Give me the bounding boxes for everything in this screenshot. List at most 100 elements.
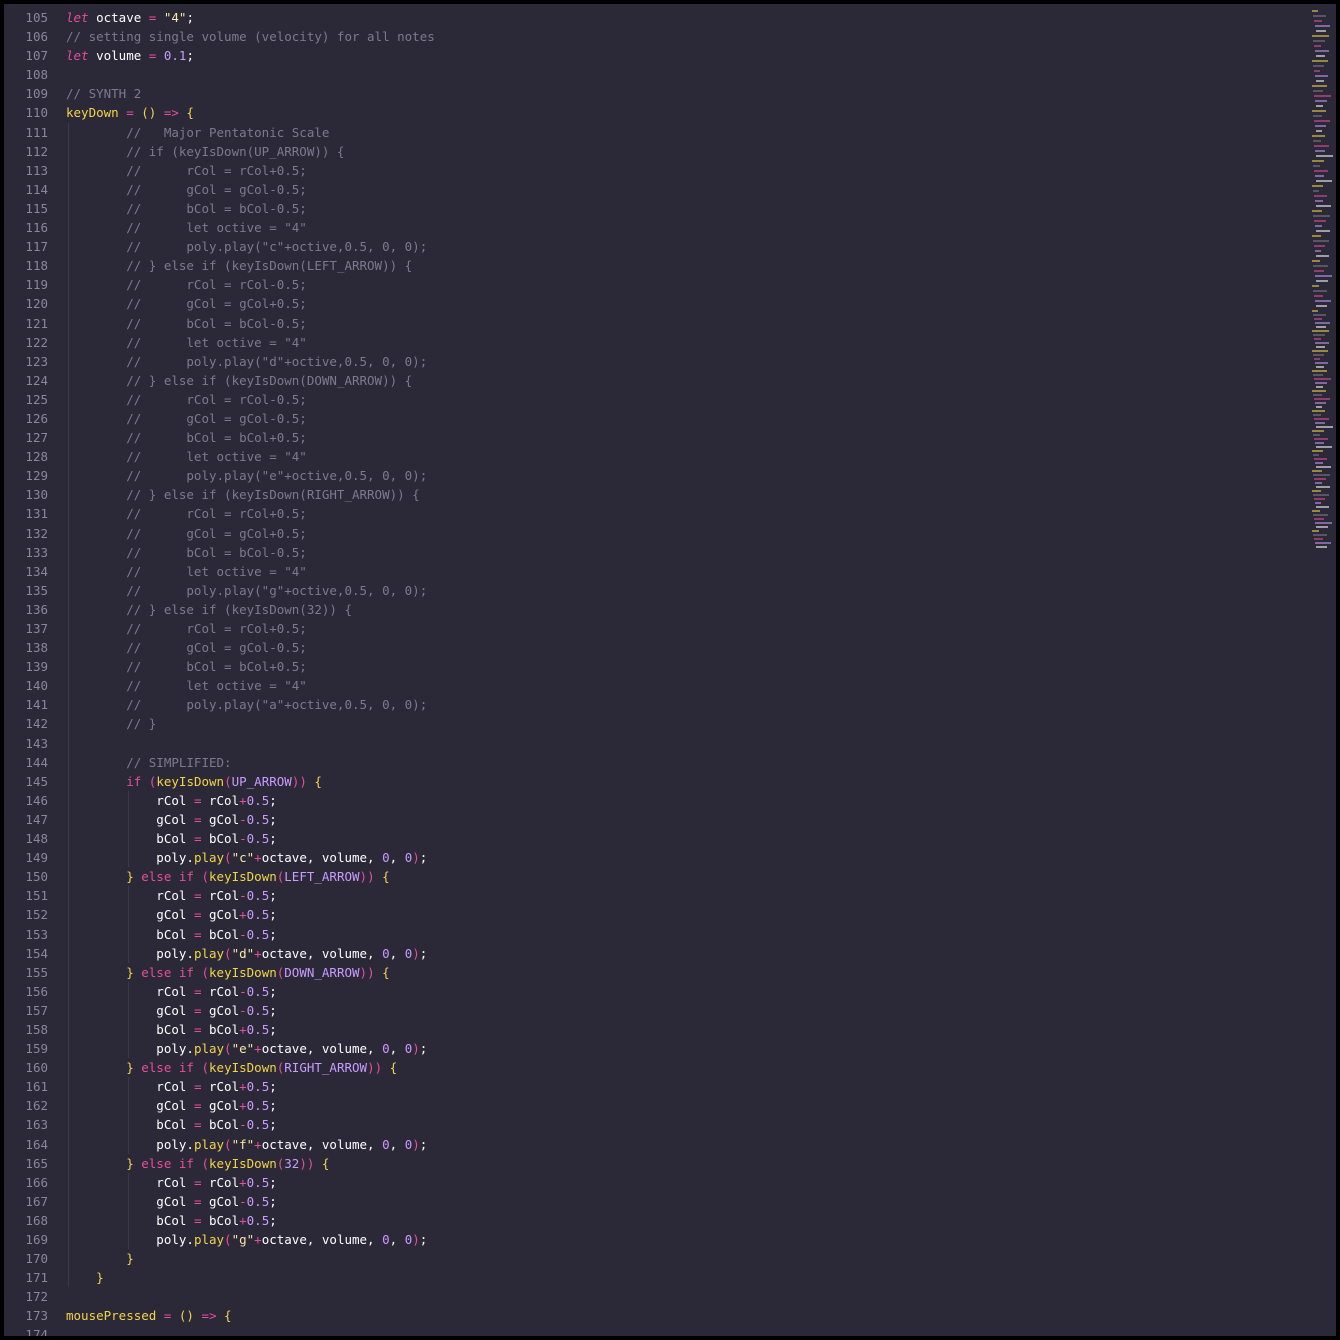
code-line[interactable]: rCol = rCol-0.5; (66, 981, 1296, 1001)
line-number: 140 (25, 678, 48, 694)
indent-guide (68, 351, 69, 371)
code-line[interactable]: // setting single volume (velocity) for … (66, 27, 1296, 46)
code-line[interactable]: bCol = bCol-0.5; (66, 829, 1296, 849)
code-line[interactable]: // rCol = rCol+0.5; (66, 619, 1296, 639)
code-line[interactable]: // poly.play("c"+octive,0.5, 0, 0); (66, 237, 1296, 257)
code-line[interactable]: // if (keyIsDown(UP_ARROW)) { (66, 141, 1296, 161)
code-token: // } else if (keyIsDown(RIGHT_ARROW)) { (66, 487, 420, 503)
code-line[interactable]: } else if (keyIsDown(32)) { (66, 1153, 1296, 1173)
code-line[interactable]: let volume = 0.1; (66, 46, 1296, 65)
code-line[interactable]: let octave = "4"; (66, 8, 1296, 27)
code-line[interactable]: // } else if (keyIsDown(DOWN_ARROW)) { (66, 370, 1296, 390)
code-line[interactable]: // gCol = gCol-0.5; (66, 179, 1296, 199)
code-line[interactable]: keyDown = () => { (66, 103, 1296, 122)
code-line[interactable]: // } else if (keyIsDown(32)) { (66, 599, 1296, 619)
code-line[interactable]: // let octive = "4" (66, 332, 1296, 352)
code-line[interactable]: poly.play("f"+octave, volume, 0, 0); (66, 1134, 1296, 1154)
code-line[interactable]: // gCol = gCol+0.5; (66, 523, 1296, 543)
code-token: ( (193, 964, 210, 980)
minimap-line (1314, 398, 1330, 400)
code-line[interactable]: } else if (keyIsDown(LEFT_ARROW)) { (66, 867, 1296, 887)
code-line[interactable]: poly.play("g"+octave, volume, 0, 0); (66, 1230, 1296, 1250)
minimap-line (1316, 80, 1324, 82)
code-line[interactable]: poly.play("c"+octave, volume, 0, 0); (66, 848, 1296, 868)
code-line[interactable]: gCol = gCol-0.5; (66, 1191, 1296, 1211)
code-line[interactable]: // SIMPLIFIED: (66, 752, 1296, 772)
code-line[interactable]: bCol = bCol-0.5; (66, 1115, 1296, 1135)
code-line[interactable]: bCol = bCol+0.5; (66, 1210, 1296, 1230)
code-line[interactable]: // poly.play("d"+octive,0.5, 0, 0); (66, 351, 1296, 371)
code-line[interactable]: } (66, 1249, 1296, 1269)
code-line[interactable]: // poly.play("e"+octive,0.5, 0, 0); (66, 466, 1296, 486)
code-line[interactable]: // Major Pentatonic Scale (66, 122, 1296, 142)
code-line[interactable]: // } (66, 714, 1296, 734)
code-token: ; (269, 907, 277, 923)
code-line[interactable]: rCol = rCol-0.5; (66, 886, 1296, 906)
code-area[interactable]: let octave = "4"; // setting single volum… (66, 8, 1296, 1336)
code-line[interactable] (66, 65, 1296, 84)
code-line[interactable]: // rCol = rCol+0.5; (66, 504, 1296, 524)
code-line[interactable]: bCol = bCol+0.5; (66, 1019, 1296, 1040)
code-line[interactable]: // bCol = bCol+0.5; (66, 657, 1296, 677)
indent-guide (68, 542, 69, 562)
code-line[interactable]: // let octive = "4" (66, 676, 1296, 696)
minimap[interactable] (1312, 4, 1336, 704)
code-line[interactable]: rCol = rCol+0.5; (66, 790, 1296, 810)
code-line[interactable]: gCol = gCol+0.5; (66, 905, 1296, 925)
code-line[interactable]: bCol = bCol-0.5; (66, 924, 1296, 944)
code-line[interactable] (66, 733, 1296, 753)
code-line[interactable]: gCol = gCol+0.5; (66, 1096, 1296, 1116)
minimap-line (1314, 338, 1321, 340)
code-line[interactable]: } else if (keyIsDown(DOWN_ARROW)) { (66, 962, 1296, 982)
code-line[interactable]: } else if (keyIsDown(RIGHT_ARROW)) { (66, 1058, 1296, 1078)
code-line[interactable]: mousePressed = () => { (66, 1306, 1296, 1325)
code-token: + (254, 945, 262, 961)
code-line[interactable]: // let octive = "4" (66, 447, 1296, 467)
code-line[interactable]: // poly.play("g"+octive,0.5, 0, 0); (66, 580, 1296, 600)
code-line[interactable]: // rCol = rCol-0.5; (66, 275, 1296, 295)
code-token: ; (269, 983, 277, 999)
code-line[interactable]: // let octive = "4" (66, 218, 1296, 238)
code-line[interactable]: // rCol = rCol+0.5; (66, 160, 1296, 180)
code-line[interactable]: // gCol = gCol-0.5; (66, 408, 1296, 429)
code-token: // gCol = gCol-0.5; (66, 640, 307, 656)
code-token: keyIsDown (209, 1155, 277, 1171)
code-token: poly. (66, 1041, 194, 1057)
code-line[interactable]: // } else if (keyIsDown(LEFT_ARROW)) { (66, 256, 1296, 276)
code-line[interactable]: // rCol = rCol-0.5; (66, 389, 1296, 409)
code-line[interactable] (66, 1325, 1296, 1336)
code-line[interactable]: } (66, 1268, 1296, 1288)
indent-guide (128, 1230, 129, 1250)
code-line[interactable]: // } else if (keyIsDown(RIGHT_ARROW)) { (66, 485, 1296, 505)
code-line[interactable]: // bCol = bCol-0.5; (66, 198, 1296, 219)
code-line[interactable]: if (keyIsDown(UP_ARROW)) { (66, 771, 1296, 791)
code-line[interactable]: // bCol = bCol+0.5; (66, 428, 1296, 448)
code-editor[interactable]: 105 106 107 108 109 110 111 112 113 114 115 116 117 1… (4, 4, 1336, 1336)
line-number: 135 (25, 582, 48, 598)
indent-guide (128, 1096, 129, 1116)
code-token: } (66, 964, 134, 980)
indent-guide (128, 1019, 129, 1040)
code-line[interactable]: // gCol = gCol-0.5; (66, 638, 1296, 658)
code-line[interactable] (66, 1287, 1296, 1306)
line-number: 170 (25, 1251, 48, 1267)
code-line[interactable]: gCol = gCol-0.5; (66, 809, 1296, 830)
code-line[interactable]: // poly.play("a"+octive,0.5, 0, 0); (66, 695, 1296, 715)
code-line[interactable]: poly.play("e"+octave, volume, 0, 0); (66, 1039, 1296, 1059)
code-line[interactable]: rCol = rCol+0.5; (66, 1077, 1296, 1097)
code-line[interactable]: // bCol = bCol-0.5; (66, 542, 1296, 562)
code-line[interactable]: gCol = gCol-0.5; (66, 1000, 1296, 1020)
code-token: 0.5 (246, 831, 270, 847)
code-line[interactable]: // let octive = "4" (66, 561, 1296, 581)
minimap-line (1315, 342, 1329, 344)
code-line[interactable]: // bCol = bCol-0.5; (66, 313, 1296, 333)
code-token: keyIsDown (209, 869, 277, 885)
code-line[interactable]: poly.play("d"+octave, volume, 0, 0); (66, 943, 1296, 963)
code-line[interactable]: // SYNTH 2 (66, 84, 1296, 103)
minimap-line (1314, 170, 1328, 172)
minimap-line (1313, 190, 1319, 192)
code-token: gCol (66, 907, 194, 923)
code-line[interactable]: rCol = rCol+0.5; (66, 1172, 1296, 1192)
code-line[interactable]: // gCol = gCol+0.5; (66, 294, 1296, 314)
line-number: 115 (25, 200, 48, 216)
